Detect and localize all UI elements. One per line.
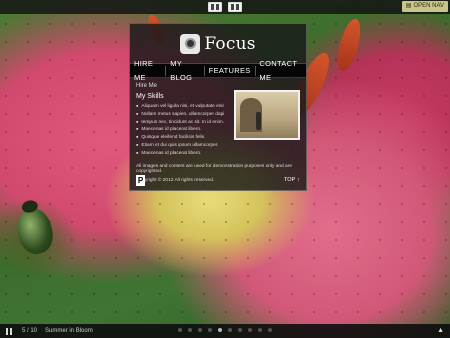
top-bar: ▤ OPEN NAV: [0, 0, 450, 14]
slide-dot[interactable]: [218, 328, 222, 332]
slide-dot[interactable]: [208, 328, 212, 332]
open-nav-button[interactable]: ▤ OPEN NAV: [401, 1, 448, 12]
camera-icon: [180, 33, 201, 54]
top-link-label: TOP: [284, 177, 296, 183]
panel-content: Hire Me My Skills Aliquam vel ligula nis…: [130, 78, 306, 183]
list-item: Maecenas id placerat libero.: [136, 150, 224, 158]
list-item: Quisque eleifend facilisis felis.: [136, 134, 224, 142]
expand-up-icon[interactable]: ▲: [437, 327, 444, 334]
back-to-top-link[interactable]: TOP ↑: [284, 177, 300, 183]
slide-dot[interactable]: [178, 328, 182, 332]
slide-counter: 5 / 10: [22, 328, 38, 334]
slide-dots: [178, 328, 272, 332]
disclaimer-text: All images and content are used for demo…: [136, 163, 292, 174]
portfolio-thumbnail[interactable]: [234, 90, 300, 140]
list-item: tempus nec, tincidunt ac sit. In id enim…: [136, 119, 224, 127]
content-panel: Focus HIRE ME MY BLOG FEATURES CONTACT M…: [129, 23, 307, 191]
bottom-bar: 5 / 10 Summer in Bloom ▲: [0, 324, 450, 338]
single-view-icon: [211, 4, 219, 10]
p-logo-icon[interactable]: P: [136, 174, 145, 186]
open-nav-icon: ▤: [405, 3, 412, 9]
skills-list: Aliquam vel ligula nisi, et vulputate en…: [136, 103, 224, 158]
hire-heading: Hire Me: [136, 83, 158, 89]
slide-dot[interactable]: [198, 328, 202, 332]
panel-footer: P TOP ↑: [136, 174, 300, 186]
slide-dot[interactable]: [188, 328, 192, 332]
double-view-icon: [231, 4, 239, 10]
arrow-up-icon: ↑: [297, 177, 300, 183]
slide-caption: Summer in Bloom: [45, 328, 93, 334]
double-view-button[interactable]: [228, 2, 242, 12]
list-item: Aliquam vel ligula nisi, et vulputate en…: [136, 103, 224, 111]
list-item: Etiam et dui quis ipsum ullamcorper.: [136, 142, 224, 150]
logo-text: Focus: [204, 33, 256, 54]
slide-dot[interactable]: [228, 328, 232, 332]
nav-item-features[interactable]: FEATURES: [205, 64, 255, 78]
view-toggle-group: [208, 2, 242, 12]
slide-dot[interactable]: [268, 328, 272, 332]
slide-dot[interactable]: [258, 328, 262, 332]
list-item: Maecenas id placerat libero.: [136, 126, 224, 134]
slide-dot[interactable]: [248, 328, 252, 332]
pause-icon: [6, 327, 8, 335]
list-item: Nullam metus sapien, ullamcorper dapibus…: [136, 111, 224, 119]
main-nav: HIRE ME MY BLOG FEATURES CONTACT ME: [130, 59, 306, 82]
single-view-button[interactable]: [208, 2, 222, 12]
pause-button[interactable]: [4, 326, 14, 336]
slide-dot[interactable]: [238, 328, 242, 332]
open-nav-label: OPEN NAV: [413, 3, 444, 9]
